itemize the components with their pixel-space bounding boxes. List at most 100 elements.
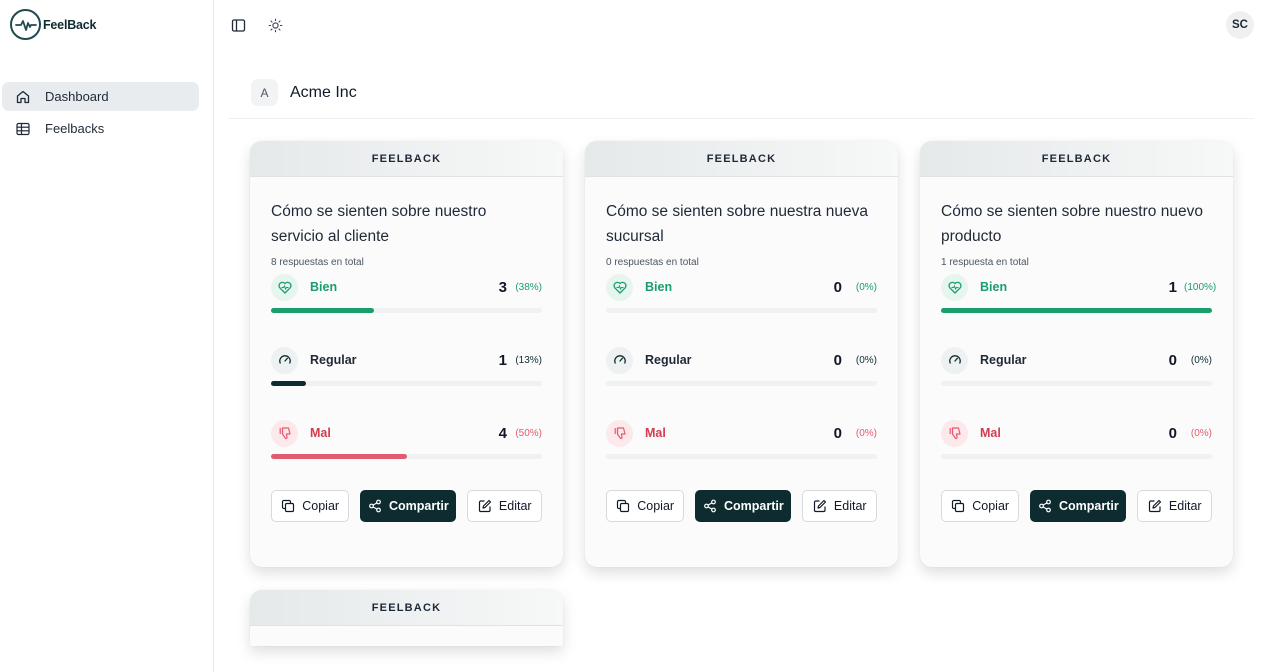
stat-label: Regular: [645, 353, 692, 367]
progress-bar: [606, 308, 877, 313]
responses-total: 8 respuestas en total: [271, 257, 364, 268]
copy-icon: [282, 499, 295, 513]
pulse-logo-icon: [10, 9, 41, 40]
share-icon: [1039, 499, 1051, 513]
stat-label: Mal: [645, 426, 666, 440]
share-button[interactable]: Compartir: [695, 490, 792, 522]
share-button[interactable]: Compartir: [1030, 490, 1127, 522]
heart-icon: [271, 273, 298, 301]
org-avatar: A: [251, 79, 278, 106]
progress-bar: [606, 381, 877, 386]
edit-button[interactable]: Editar: [802, 490, 877, 522]
stat-count: 0: [833, 424, 842, 442]
stat-regular: Regular 0 (0%): [606, 346, 877, 420]
feelback-card: FEELBACK Cómo se sienten sobre nuestro n…: [920, 141, 1233, 567]
logo[interactable]: FeelBack: [10, 9, 96, 40]
responses-total: 1 respuesta en total: [941, 257, 1029, 268]
stat-count: 0: [833, 351, 842, 369]
sidebar-item-dashboard[interactable]: Dashboard: [2, 82, 199, 111]
progress-bar: [271, 454, 542, 459]
progress-fill: [271, 381, 307, 386]
sidebar-item-feelbacks[interactable]: Feelbacks: [2, 114, 199, 143]
edit-icon: [478, 499, 492, 513]
stat-good: Bien 3 (38%): [271, 273, 542, 347]
progress-fill: [271, 308, 374, 313]
share-icon: [369, 499, 381, 513]
copy-button[interactable]: Copiar: [941, 490, 1020, 522]
gauge-icon: [271, 346, 298, 374]
feelback-card: FEELBACK Cómo se sienten sobre nuestro s…: [250, 141, 563, 567]
progress-fill: [941, 308, 1212, 313]
stat-label: Regular: [980, 353, 1027, 367]
card-header: FEELBACK: [250, 590, 563, 626]
progress-bar: [606, 454, 877, 459]
card-header: FEELBACK: [920, 141, 1233, 177]
feelback-card: FEELBACK: [250, 590, 563, 646]
progress-bar: [941, 454, 1212, 459]
stat-percent: (0%): [1190, 427, 1212, 439]
question-title: Cómo se sienten sobre nuestro servicio a…: [271, 203, 487, 245]
app-root: FeelBack Dashboard Feelbacks SC A Acme I…: [0, 0, 1264, 672]
copy-button[interactable]: Copiar: [606, 490, 685, 522]
stat-label: Mal: [310, 426, 331, 440]
edit-button[interactable]: Editar: [1137, 490, 1212, 522]
stat-label: Bien: [310, 280, 338, 294]
stat-label: Regular: [310, 353, 357, 367]
share-label: Compartir: [1059, 499, 1119, 513]
copy-icon: [952, 499, 965, 513]
stat-regular: Regular 1 (13%): [271, 346, 542, 420]
stat-percent: (13%): [515, 354, 542, 366]
stat-percent: (0%): [1190, 354, 1212, 366]
progress-fill: [271, 454, 407, 459]
org-header: A Acme Inc: [251, 79, 357, 106]
stat-count: 0: [1168, 424, 1177, 442]
heart-icon: [606, 273, 633, 301]
logo-text: FeelBack: [43, 17, 97, 32]
responses-total: 0 respuestas en total: [606, 257, 699, 268]
gauge-icon: [941, 346, 968, 374]
stat-count: 3: [498, 278, 507, 296]
share-label: Compartir: [389, 499, 449, 513]
share-label: Compartir: [724, 499, 784, 513]
stat-percent: (0%): [855, 281, 877, 293]
sun-icon[interactable]: [266, 16, 284, 34]
stat-bad: Mal 0 (0%): [606, 419, 877, 493]
sidebar-nav: Dashboard Feelbacks: [2, 82, 199, 146]
edit-button[interactable]: Editar: [467, 490, 542, 522]
question-title: Cómo se sienten sobre nuestro nuevo prod…: [941, 203, 1203, 245]
stat-percent: (0%): [855, 427, 877, 439]
stat-count: 0: [1168, 351, 1177, 369]
heart-icon: [941, 273, 968, 301]
stat-percent: (38%): [515, 281, 542, 293]
stat-good: Bien 0 (0%): [606, 273, 877, 347]
copy-button[interactable]: Copiar: [271, 490, 350, 522]
stat-good: Bien 1 (100%): [941, 273, 1216, 347]
stat-count: 0: [833, 278, 842, 296]
copy-icon: [617, 499, 630, 513]
edit-label: Editar: [833, 499, 867, 513]
stat-bad: Mal 0 (0%): [941, 419, 1212, 493]
share-button[interactable]: Compartir: [360, 490, 457, 522]
copy-label: Copiar: [972, 499, 1010, 513]
copy-label: Copiar: [637, 499, 675, 513]
card-header: FEELBACK: [250, 141, 563, 177]
stat-label: Bien: [645, 280, 673, 294]
stat-count: 1: [1168, 278, 1177, 296]
thumbs-down-icon: [941, 419, 968, 447]
org-name: Acme Inc: [290, 83, 357, 101]
question-title: Cómo se sienten sobre nuestra nueva sucu…: [606, 203, 868, 245]
card-actions: Copiar Compartir Editar: [941, 490, 1212, 522]
stat-count: 4: [498, 424, 507, 442]
progress-bar: [941, 308, 1212, 313]
card-actions: Copiar Compartir Editar: [271, 490, 542, 522]
divider: [228, 118, 1254, 119]
sidebar-item-label: Dashboard: [45, 89, 109, 104]
progress-bar: [941, 381, 1212, 386]
card-header: FEELBACK: [585, 141, 898, 177]
sidebar-toggle-icon[interactable]: [229, 16, 247, 34]
thumbs-down-icon: [606, 419, 633, 447]
copy-label: Copiar: [302, 499, 340, 513]
user-avatar[interactable]: SC: [1226, 11, 1254, 39]
thumbs-down-icon: [271, 419, 298, 447]
sidebar: FeelBack Dashboard Feelbacks: [0, 0, 214, 672]
